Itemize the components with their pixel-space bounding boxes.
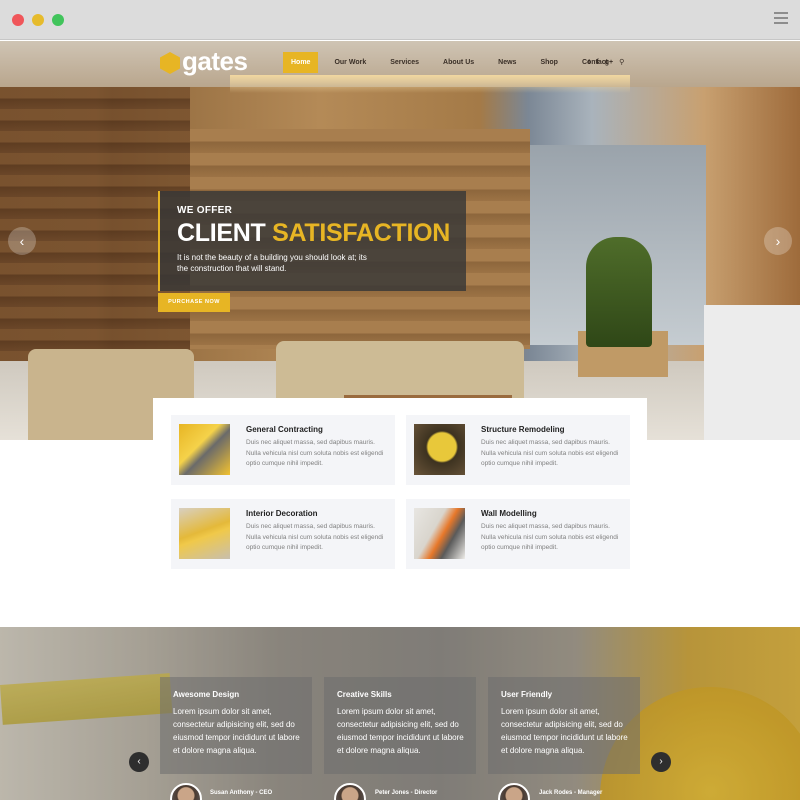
main-nav: Home Our Work Services About Us News Sho… bbox=[283, 52, 620, 73]
service-title[interactable]: Wall Modelling bbox=[481, 509, 537, 518]
facebook-icon[interactable]: f bbox=[596, 52, 598, 73]
twitter-icon[interactable]: t bbox=[588, 52, 590, 73]
service-description: Duis nec aliquet massa, sed dapibus maur… bbox=[246, 439, 384, 467]
purchase-now-button[interactable]: PURCHASE NOW bbox=[158, 293, 230, 312]
service-description: Duis nec aliquet massa, sed dapibus maur… bbox=[481, 523, 619, 551]
testimonial-text: Lorem ipsum dolor sit amet, consectetur … bbox=[173, 707, 300, 755]
service-image-wall-modelling bbox=[414, 508, 465, 559]
hero-prev-arrow-icon[interactable]: ‹ bbox=[8, 227, 36, 255]
hero-headline-accent: SATISFACTION bbox=[272, 219, 451, 247]
hero-next-arrow-icon[interactable]: › bbox=[764, 227, 792, 255]
social-links: t f g+ ⚲ bbox=[588, 52, 624, 73]
google-plus-icon[interactable]: g+ bbox=[605, 52, 613, 73]
testimonial-next-arrow-icon[interactable]: › bbox=[651, 752, 671, 772]
hero-headline: CLIENT SATISFACTION bbox=[177, 219, 466, 248]
service-image-structure-remodeling bbox=[414, 424, 465, 475]
hero-ceiling-light bbox=[230, 75, 630, 93]
testimonial-card: Awesome Design Lorem ipsum dolor sit ame… bbox=[160, 677, 312, 774]
nav-item-about-us[interactable]: About Us bbox=[431, 52, 486, 73]
services-panel: General Contracting Duis nec aliquet mas… bbox=[153, 398, 647, 578]
testimonial-prev-arrow-icon[interactable]: ‹ bbox=[129, 752, 149, 772]
testimonial-card: Creative Skills Lorem ipsum dolor sit am… bbox=[324, 677, 476, 774]
service-image-general-contracting bbox=[179, 424, 230, 475]
testimonial-text: Lorem ipsum dolor sit amet, consectetur … bbox=[337, 707, 464, 755]
hero-counter bbox=[704, 305, 800, 440]
testimonial-title: Creative Skills bbox=[337, 690, 392, 699]
browser-chrome bbox=[0, 0, 800, 40]
testimonial-title: User Friendly bbox=[501, 690, 553, 699]
service-description: Duis nec aliquet massa, sed dapibus maur… bbox=[246, 523, 384, 551]
nav-item-our-work[interactable]: Our Work bbox=[322, 52, 378, 73]
hero-headline-white: CLIENT bbox=[177, 219, 266, 247]
service-title[interactable]: General Contracting bbox=[246, 425, 323, 434]
service-description: Duis nec aliquet massa, sed dapibus maur… bbox=[481, 439, 619, 467]
close-window-icon[interactable] bbox=[12, 14, 24, 26]
testimonial-author: Susan Anthony - CEO bbox=[210, 790, 273, 796]
testimonial-title: Awesome Design bbox=[173, 690, 240, 699]
service-card[interactable]: Structure Remodeling Duis nec aliquet ma… bbox=[406, 415, 630, 485]
minimize-window-icon[interactable] bbox=[32, 14, 44, 26]
maximize-window-icon[interactable] bbox=[52, 14, 64, 26]
hero-eyebrow: WE OFFER bbox=[177, 205, 233, 216]
hero-caption: WE OFFER CLIENT SATISFACTION It is not t… bbox=[158, 191, 466, 291]
service-card[interactable]: General Contracting Duis nec aliquet mas… bbox=[171, 415, 395, 485]
search-icon[interactable]: ⚲ bbox=[619, 52, 624, 73]
hero-tagline: It is not the beauty of a building you s… bbox=[177, 253, 367, 273]
testimonials-section: Awesome Design Lorem ipsum dolor sit ame… bbox=[0, 627, 800, 800]
testimonial-author: Jack Rodes - Manager bbox=[539, 790, 603, 796]
hamburger-menu-icon[interactable] bbox=[774, 12, 788, 26]
testimonial-card: User Friendly Lorem ipsum dolor sit amet… bbox=[488, 677, 640, 774]
service-card[interactable]: Interior Decoration Duis nec aliquet mas… bbox=[171, 499, 395, 569]
service-title[interactable]: Interior Decoration bbox=[246, 509, 318, 518]
hero-plant bbox=[586, 237, 652, 347]
logo-text[interactable]: gates bbox=[182, 46, 248, 77]
testimonial-text: Lorem ipsum dolor sit amet, consectetur … bbox=[501, 707, 628, 755]
service-title[interactable]: Structure Remodeling bbox=[481, 425, 565, 434]
service-image-interior-decoration bbox=[179, 508, 230, 559]
nav-item-shop[interactable]: Shop bbox=[528, 52, 570, 73]
nav-item-news[interactable]: News bbox=[486, 52, 528, 73]
nav-item-home[interactable]: Home bbox=[283, 52, 319, 73]
testimonial-author: Peter Jones - Director bbox=[375, 790, 438, 796]
service-card[interactable]: Wall Modelling Duis nec aliquet massa, s… bbox=[406, 499, 630, 569]
nav-item-services[interactable]: Services bbox=[378, 52, 431, 73]
